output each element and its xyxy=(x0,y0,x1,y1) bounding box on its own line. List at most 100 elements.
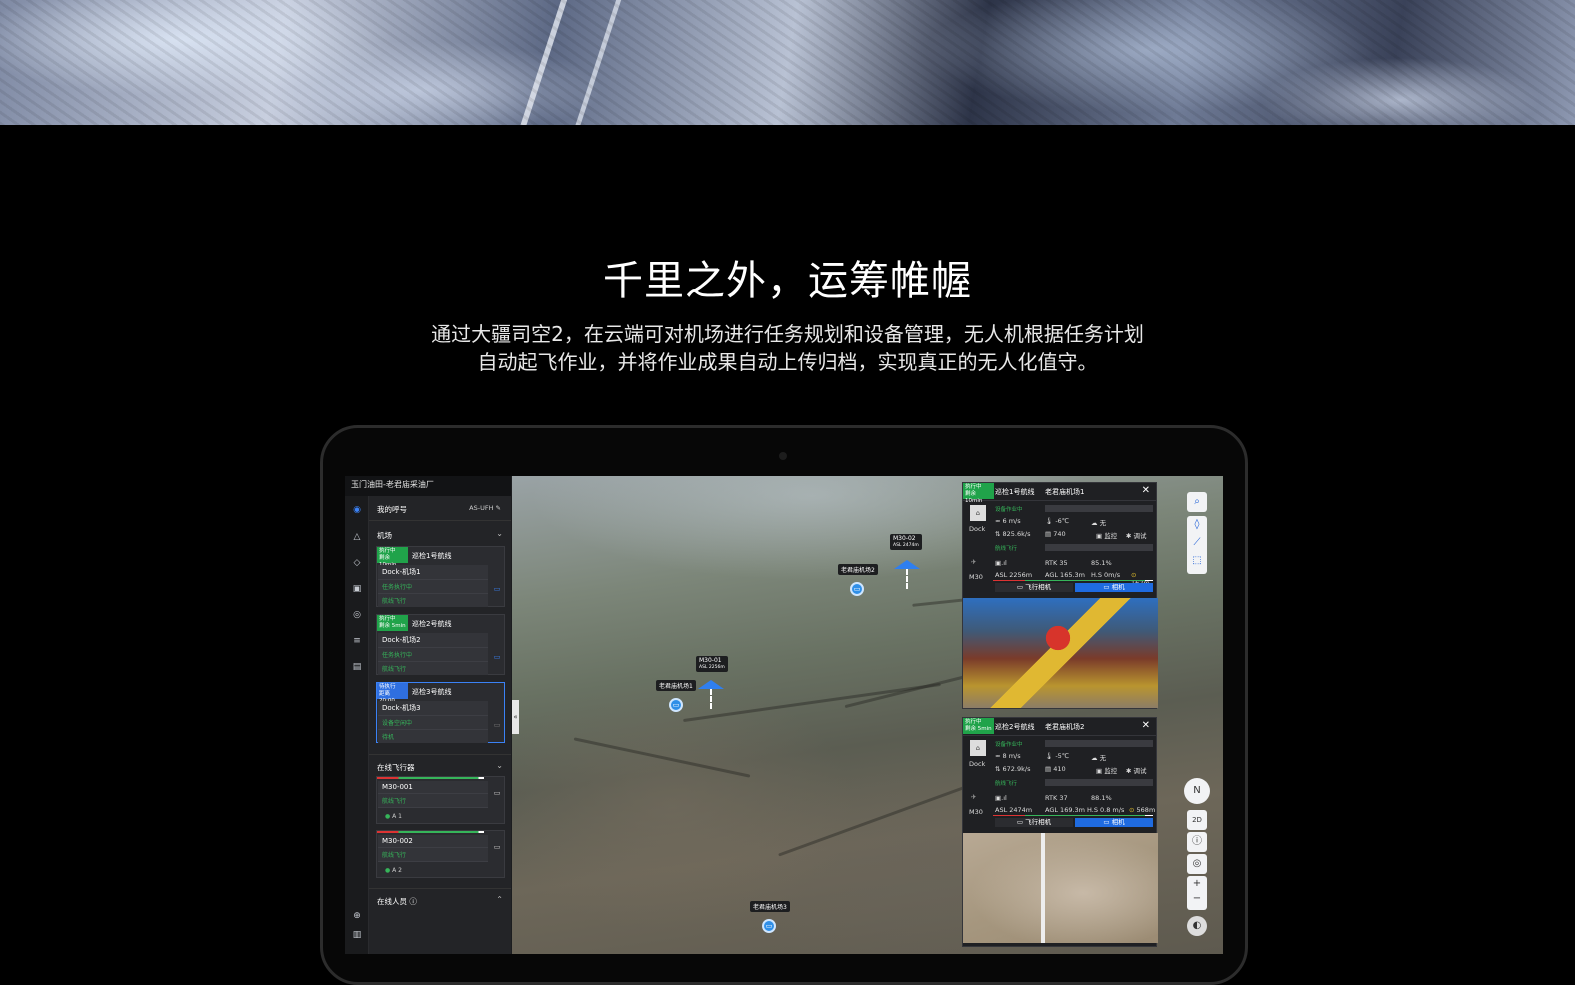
dock-type: Dock xyxy=(969,525,986,533)
mission-icon[interactable]: △ xyxy=(351,531,363,543)
zoom-in-button[interactable]: + xyxy=(1187,876,1207,891)
dock-state: 任务执行中 xyxy=(378,648,488,662)
chevron-down-icon[interactable]: ⌄ xyxy=(496,761,503,770)
video-icon[interactable]: ▭ xyxy=(492,843,502,853)
signal-icon: ▣.ıl xyxy=(995,794,1007,802)
dock-label: 老君庙机场1 xyxy=(656,680,696,691)
chevron-down-icon[interactable]: ⌄ xyxy=(496,529,503,538)
globe-icon[interactable]: ⊕ xyxy=(351,910,363,922)
rtk-count: RTK 37 xyxy=(1045,794,1068,802)
project-title: 玉门油田-老君庙采油厂 xyxy=(351,480,434,489)
aircraft-mode: 航线飞行 xyxy=(378,848,488,862)
dock-pin-icon[interactable]: ▭ xyxy=(669,698,683,712)
info-icon[interactable]: ⓘ xyxy=(1187,832,1207,852)
app-screen: 玉门油田-老君庙采油厂 ◉ △ ◇ ▣ ◎ ≡ ▤ ⊕ ▥ 我的呼号 AS-UF… xyxy=(345,476,1223,954)
aircraft-name: M30-001 xyxy=(378,781,488,794)
dock-card[interactable]: 待执行距离 20:00 巡检3号航线 Dock-机场3 设备空闲中 待机 ▭ xyxy=(376,682,505,743)
pin-tool-icon[interactable]: ◊ xyxy=(1187,516,1207,534)
app-header: 玉门油田-老君庙采油厂 xyxy=(345,476,511,496)
pilot-icon: ● xyxy=(385,867,391,874)
team-icon[interactable]: ◉ xyxy=(351,504,363,516)
dock-card[interactable]: 执行中 剩余 5min 巡检2号航线 Dock-机场2 任务执行中 航线飞行 ▭ xyxy=(376,614,505,675)
altitude-agl: AGL 165.3m xyxy=(1045,571,1085,579)
callsign-value[interactable]: AS-UFH ✎ xyxy=(469,504,501,512)
pilot-tag: ● A 2 xyxy=(385,867,402,874)
horizontal-speed: H.S 0.8 m/s xyxy=(1087,806,1125,814)
status-badge: 待执行距离 20:00 xyxy=(377,683,408,704)
fpv-camera-button[interactable]: ▭ 飞行相机 xyxy=(995,583,1073,592)
debug-button[interactable]: ✱ 调试 xyxy=(1126,530,1147,540)
route-icon[interactable]: ≡ xyxy=(351,635,363,647)
basemap-icon[interactable]: ◐ xyxy=(1187,916,1207,936)
dock-icon: ⌂ xyxy=(970,740,986,756)
aircraft-type: M30 xyxy=(969,573,983,581)
aircraft-section-title: 在线飞行器 xyxy=(377,763,415,772)
flight-state: 航线飞行 xyxy=(995,781,1018,787)
wind-speed: ≈ 6 m/s xyxy=(995,517,1021,525)
dock-pin-icon[interactable]: ▭ xyxy=(762,919,776,933)
aircraft-icon: ✈ xyxy=(971,558,977,566)
model-icon[interactable]: ◎ xyxy=(351,609,363,621)
main-camera-button[interactable]: ▭ 相机 xyxy=(1075,818,1153,827)
mission-name: 巡检1号航线 xyxy=(995,488,1035,496)
close-icon[interactable]: ✕ xyxy=(1142,485,1150,496)
aircraft-card[interactable]: M30-002 航线飞行 ● A 2 ▭ xyxy=(376,830,505,878)
video-icon[interactable]: ▭ xyxy=(492,585,502,595)
edit-icon[interactable]: ✎ xyxy=(496,504,501,512)
rtk-count: RTK 35 xyxy=(1045,559,1068,567)
flight-state: 待机 xyxy=(382,734,395,741)
collapse-panel-button[interactable]: « xyxy=(512,700,519,734)
area-tool-icon[interactable]: ⬚ xyxy=(1187,552,1207,570)
dock-card[interactable]: 执行中剩余 10min 巡检1号航线 Dock-机场1 任务执行中 航线飞行 ▭ xyxy=(376,546,505,607)
calendar-icon[interactable]: ▤ xyxy=(351,661,363,673)
mission-name: 巡检2号航线 xyxy=(412,620,452,628)
battery-level: 85.1% xyxy=(1091,559,1112,567)
monitor-button[interactable]: ▣ 监控 xyxy=(1096,765,1117,775)
media-icon[interactable]: ▣ xyxy=(351,583,363,595)
drone-marker-icon[interactable] xyxy=(894,560,920,569)
debug-button[interactable]: ✱ 调试 xyxy=(1126,765,1147,775)
section-subtitle: 通过大疆司空2，在云端可对机场进行任务规划和设备管理，无人机根据任务计划 自动起… xyxy=(0,320,1575,376)
dock-label: 老君庙机场2 xyxy=(838,564,878,575)
flight-state: 航线飞行 xyxy=(382,666,407,673)
flight-state: 航线飞行 xyxy=(995,546,1018,552)
camera-dot xyxy=(779,452,787,460)
signal-icon: ▣.ıl xyxy=(995,559,1007,567)
monitor-button[interactable]: ▣ 监控 xyxy=(1096,530,1117,540)
aircraft-mode: 航线飞行 xyxy=(378,794,488,808)
close-icon[interactable]: ✕ xyxy=(1142,720,1150,731)
device-panel: 我的呼号 AS-UFH ✎ 机场 ⌄ 执行中剩余 10min 巡检1号航线 Do… xyxy=(369,496,511,954)
log-icon[interactable]: ▥ xyxy=(351,929,363,941)
live-video-feed[interactable] xyxy=(963,833,1158,943)
callsign-text: AS-UFH xyxy=(469,504,494,512)
zoom-out-button[interactable]: − xyxy=(1187,891,1207,906)
locate-icon[interactable]: ◎ xyxy=(1187,854,1207,874)
status-badge: 执行中 剩余 5min xyxy=(377,615,408,631)
mission-name: 巡检3号航线 xyxy=(412,688,452,696)
fpv-camera-button[interactable]: ▭ 飞行相机 xyxy=(995,818,1073,827)
status-badge: 执行中剩余 10min xyxy=(377,547,408,568)
dock-label: 老君庙机场3 xyxy=(750,901,790,912)
dock-state: 设备空闲中 xyxy=(378,716,488,730)
video-icon[interactable]: ▭ xyxy=(492,653,502,663)
chevron-up-icon[interactable]: ⌃ xyxy=(496,895,503,904)
aircraft-type: M30 xyxy=(969,808,983,816)
2d-toggle-button[interactable]: 2D xyxy=(1187,810,1207,830)
drone-label: M30-02 ASL 2474m xyxy=(890,534,922,550)
compass-icon[interactable]: N xyxy=(1184,778,1210,804)
drone-marker-icon[interactable] xyxy=(698,680,724,689)
line-tool-icon[interactable]: ⟋ xyxy=(1187,534,1207,552)
dock-name: 老君庙机场2 xyxy=(1045,723,1085,731)
video-icon[interactable]: ▭ xyxy=(492,721,502,731)
search-icon[interactable]: ⌕ xyxy=(1187,492,1207,512)
dock-name: Dock-机场1 xyxy=(378,565,488,580)
video-icon[interactable]: ▭ xyxy=(492,789,502,799)
dock-pin-icon[interactable]: ▭ xyxy=(850,582,864,596)
people-section-title: 在线人员 ⓘ xyxy=(377,897,417,906)
dock-name: Dock-机场2 xyxy=(378,633,488,648)
live-video-feed[interactable] xyxy=(963,598,1158,708)
main-camera-button[interactable]: ▭ 相机 xyxy=(1075,583,1153,592)
aircraft-card[interactable]: M30-001 航线飞行 ● A 1 ▭ xyxy=(376,776,505,824)
layers-icon[interactable]: ◇ xyxy=(351,557,363,569)
status-badge: 执行中剩余 10min xyxy=(963,483,994,504)
